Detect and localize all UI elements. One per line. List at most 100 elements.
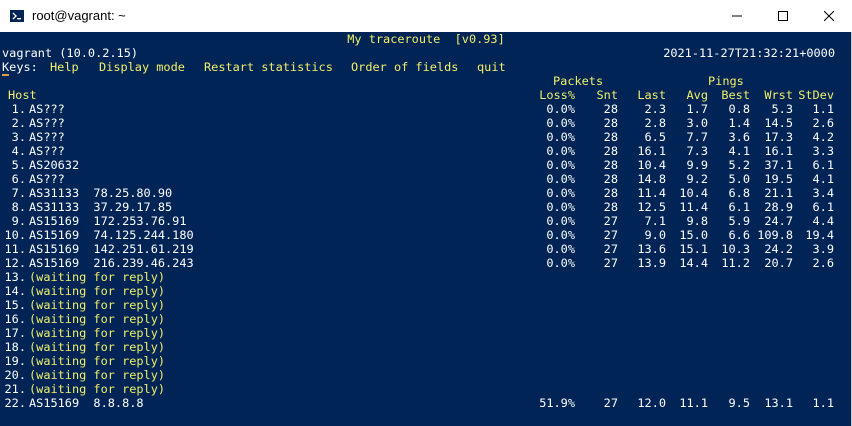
hop-number: 15.: [4, 298, 26, 312]
hop-loss: 0.0%: [546, 214, 575, 228]
hop-number: 18.: [4, 340, 26, 354]
hop-loss: 0.0%: [546, 228, 575, 242]
hop-waiting-text: (waiting for reply): [29, 368, 166, 382]
host-info: vagrant (10.0.2.15): [2, 46, 139, 60]
hop-loss: 0.0%: [546, 102, 575, 116]
hop-last: 2.3: [644, 102, 666, 116]
hop-host: AS15169 142.251.61.219: [29, 242, 194, 256]
hop-stdev: 3.4: [812, 186, 834, 200]
hop-loss: 0.0%: [546, 116, 575, 130]
hop-stdev: 1.1: [812, 396, 834, 410]
hop-best: 0.8: [728, 102, 750, 116]
window-title: root@vagrant: ~: [32, 8, 126, 23]
hop-stdev: 1.1: [812, 102, 834, 116]
hop-avg: 1.7: [686, 102, 708, 116]
hop-number: 5.: [11, 158, 26, 172]
terminal-cursor: [2, 74, 9, 76]
close-button[interactable]: [806, 0, 852, 32]
hop-number: 14.: [4, 284, 26, 298]
hop-host: AS15169 216.239.46.243: [29, 256, 194, 270]
hop-last: 12.0: [637, 396, 666, 410]
hop-number: 2.: [11, 116, 26, 130]
key-restart-statistics[interactable]: Restart statistics: [204, 60, 333, 74]
hop-stdev: 19.4: [805, 228, 834, 242]
hop-best: 5.9: [728, 214, 750, 228]
hop-stdev: 2.6: [812, 256, 834, 270]
hop-number: 8.: [11, 200, 26, 214]
key-help[interactable]: Help: [50, 60, 79, 74]
maximize-icon: [778, 11, 788, 21]
hop-number: 6.: [11, 172, 26, 186]
key-order-of-fields[interactable]: Order of fields: [351, 60, 458, 74]
hop-host: AS???: [29, 102, 65, 116]
timestamp: 2021-11-27T21:32:21+0000: [663, 46, 835, 60]
hop-loss: 51.9%: [539, 396, 575, 410]
hop-avg: 11.4: [679, 200, 708, 214]
hop-last: 12.5: [637, 200, 666, 214]
hop-stdev: 4.2: [812, 130, 834, 144]
hop-loss: 0.0%: [546, 144, 575, 158]
hop-host: AS???: [29, 130, 65, 144]
hop-number: 19.: [4, 354, 26, 368]
hop-best: 11.2: [721, 256, 750, 270]
column-header-stdev: StDev: [798, 88, 834, 102]
key-quit[interactable]: quit: [477, 60, 506, 74]
hop-number: 12.: [4, 256, 26, 270]
hop-number: 9.: [11, 214, 26, 228]
hop-avg: 7.7: [686, 130, 708, 144]
hop-host: AS31133 37.29.17.85: [29, 200, 173, 214]
hop-waiting-text: (waiting for reply): [29, 382, 166, 396]
hop-number: 16.: [4, 312, 26, 326]
column-header-host: Host: [8, 88, 37, 102]
hop-number: 3.: [11, 130, 26, 144]
hop-snt: 28: [603, 116, 618, 130]
hop-last: 10.4: [637, 158, 666, 172]
hop-host: AS20632: [29, 158, 80, 172]
hop-best: 10.3: [721, 242, 750, 256]
mtr-header-title: My traceroute [v0.93]: [347, 32, 505, 46]
hop-snt: 28: [603, 200, 618, 214]
pings-group-header: Pings: [708, 74, 744, 88]
hop-snt: 28: [603, 130, 618, 144]
hop-best: 5.2: [728, 158, 750, 172]
hop-last: 6.5: [644, 130, 666, 144]
key-display-mode[interactable]: Display mode: [99, 60, 185, 74]
hop-loss: 0.0%: [546, 186, 575, 200]
hop-best: 5.0: [728, 172, 750, 186]
keys-label: Keys:: [2, 60, 38, 74]
terminal-area[interactable]: My traceroute [v0.93] vagrant (10.0.2.15…: [0, 32, 852, 426]
column-header-loss: Loss%: [539, 88, 575, 102]
hop-avg: 14.4: [679, 256, 708, 270]
hop-waiting-text: (waiting for reply): [29, 354, 166, 368]
hop-last: 13.6: [637, 242, 666, 256]
hop-snt: 28: [603, 186, 618, 200]
hop-host: AS15169 8.8.8.8: [29, 396, 144, 410]
hop-avg: 15.0: [679, 228, 708, 242]
hop-loss: 0.0%: [546, 172, 575, 186]
hop-number: 20.: [4, 368, 26, 382]
hop-last: 7.1: [644, 214, 666, 228]
hop-number: 22.: [4, 396, 26, 410]
hop-avg: 11.1: [679, 396, 708, 410]
hop-snt: 27: [603, 242, 618, 256]
minimize-button[interactable]: [714, 0, 760, 32]
hop-waiting-text: (waiting for reply): [29, 312, 166, 326]
hop-last: 14.8: [637, 172, 666, 186]
maximize-button[interactable]: [760, 0, 806, 32]
hop-avg: 3.0: [686, 116, 708, 130]
hop-host: AS15169 172.253.76.91: [29, 214, 187, 228]
hop-snt: 27: [603, 214, 618, 228]
hop-waiting-text: (waiting for reply): [29, 270, 166, 284]
hop-host: AS31133 78.25.80.90: [29, 186, 173, 200]
hop-snt: 27: [603, 228, 618, 242]
hop-stdev: 4.4: [812, 214, 834, 228]
hop-best: 4.1: [728, 144, 750, 158]
hop-waiting-text: (waiting for reply): [29, 326, 166, 340]
hop-waiting-text: (waiting for reply): [29, 340, 166, 354]
hop-number: 21.: [4, 382, 26, 396]
hop-loss: 0.0%: [546, 256, 575, 270]
hop-best: 1.4: [728, 116, 750, 130]
hop-snt: 28: [603, 172, 618, 186]
window-titlebar[interactable]: root@vagrant: ~: [0, 0, 852, 32]
hop-number: 7.: [11, 186, 26, 200]
